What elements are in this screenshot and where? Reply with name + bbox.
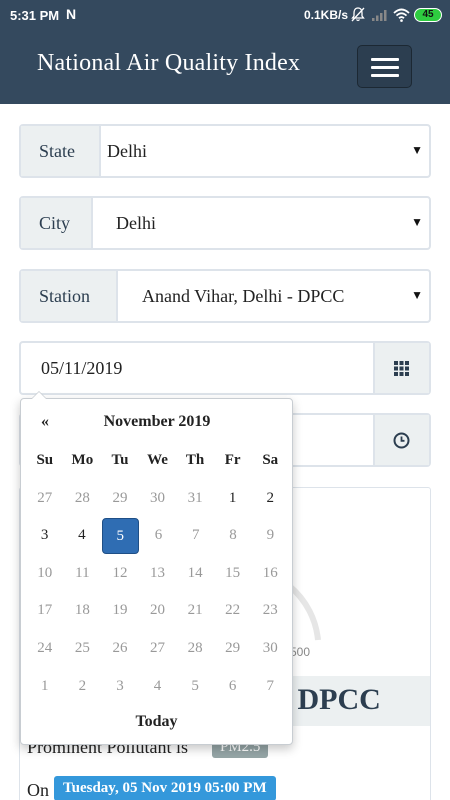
datepicker-day[interactable]: 24 [27,630,63,668]
datepicker-day[interactable]: 27 [140,630,176,668]
gauge-max-label: 500 [290,645,311,659]
city-select-value[interactable]: Delhi [116,198,156,248]
datepicker-day[interactable]: 2 [65,668,101,706]
status-bar: 5:31 PM N 0.1KB/s 45 [0,0,450,30]
datepicker-day[interactable]: 6 [215,668,251,706]
status-time: 5:31 PM [10,8,60,23]
on-label: On [27,780,49,800]
datepicker-week-row: 17 18 19 20 21 22 23 [26,592,289,630]
datepicker-day[interactable]: 29 [215,630,251,668]
weekday-header: Sa [262,452,279,468]
datepicker-day[interactable]: 27 [27,480,63,518]
datepicker-day[interactable]: 30 [252,630,288,668]
datepicker-day[interactable]: 3 [27,517,62,555]
datepicker-week-row: 10 11 12 13 14 15 16 [26,555,289,593]
clock-icon [393,432,410,449]
weekday-header: Fr [224,452,241,468]
datepicker-day[interactable]: 20 [140,592,176,630]
datepicker-day[interactable]: 31 [177,480,213,518]
datepicker-day[interactable]: 1 [27,668,63,706]
datepicker-day[interactable]: 25 [65,630,101,668]
datepicker-day[interactable]: 3 [102,668,138,706]
weekday-header: Tu [111,452,129,468]
weekday-header: Su [36,452,54,468]
datepicker-day[interactable]: 7 [252,668,288,706]
datepicker-day[interactable]: 8 [215,517,250,555]
app-notification-icon: N [66,6,77,22]
state-select-group[interactable]: State Delhi ▼ [19,124,431,178]
datepicker-week-row: 27 28 29 30 31 1 2 [26,480,289,518]
navbar: National Air Quality Index [0,30,450,104]
datepicker-day[interactable]: 11 [65,555,101,593]
datepicker-day[interactable]: 12 [102,555,138,593]
signal-icon [372,9,388,24]
datepicker-day[interactable]: 28 [177,630,213,668]
chevron-down-icon[interactable]: ▼ [411,143,423,158]
datepicker-day[interactable]: 17 [27,592,63,630]
time-button[interactable] [373,415,429,465]
datepicker-day[interactable]: 21 [177,592,213,630]
datepicker-day[interactable]: 2 [252,480,288,518]
hamburger-icon-bar [371,66,399,69]
datepicker-day[interactable]: 22 [215,592,251,630]
datepicker-day[interactable]: 29 [102,480,138,518]
menu-button[interactable] [357,45,412,88]
datepicker-day[interactable]: 16 [252,555,288,593]
weekday-header: Th [185,452,205,468]
hamburger-icon-bar [371,74,399,77]
chevron-down-icon[interactable]: ▼ [411,215,423,230]
state-label: State [21,126,101,176]
hamburger-icon [371,58,399,61]
net-speed: 0.1KB/s [304,8,349,22]
today-button[interactable]: Today [21,713,292,731]
datepicker-month-title[interactable]: November 2019 [79,413,235,431]
weekday-header-row: Su Mo Tu We Th Fr Sa [26,442,289,480]
datepicker-day[interactable]: 6 [141,517,176,555]
datepicker-day[interactable]: 15 [215,555,251,593]
datepicker-day[interactable]: 19 [102,592,138,630]
mute-icon [351,7,365,25]
datepicker-day[interactable]: 23 [252,592,288,630]
chevron-down-icon[interactable]: ▼ [411,288,423,303]
datepicker-day[interactable]: 7 [178,517,213,555]
station-label: Station [21,271,118,321]
weekday-header: Mo [71,452,94,468]
datepicker-popup: « November 2019 Su Mo Tu We Th Fr Sa 27 2… [20,391,293,745]
date-input[interactable]: 05/11/2019 [41,343,122,393]
datepicker-day[interactable]: 1 [215,480,251,518]
datepicker-day[interactable]: 10 [27,555,63,593]
timestamp-badge: Tuesday, 05 Nov 2019 05:00 PM [54,776,276,800]
prev-month-button[interactable]: « [35,413,55,431]
datepicker-day[interactable]: 4 [140,668,176,706]
datepicker-week-row: 1234567 [26,668,289,706]
calendar-button[interactable] [373,343,429,393]
app-title: National Air Quality Index [37,50,301,76]
datepicker-day[interactable]: 9 [253,517,288,555]
datepicker-day[interactable]: 5 [177,668,213,706]
datepicker-grid: Su Mo Tu We Th Fr Sa 27 28 29 30 31 1 2 3 4 5 6 7 8 9… [26,442,289,705]
datepicker-day[interactable]: 4 [64,517,99,555]
city-label: City [21,198,93,248]
datepicker-day[interactable]: 30 [140,480,176,518]
city-select-group[interactable]: City Delhi ▼ [19,196,431,250]
weekday-header: We [147,452,168,468]
datepicker-day[interactable]: 28 [65,480,101,518]
battery-icon: 45 [414,8,442,22]
datepicker-day[interactable]: 26 [102,630,138,668]
station-select-value[interactable]: Anand Vihar, Delhi - DPCC [142,271,344,321]
calendar-grid-icon [394,361,409,376]
datepicker-day-selected[interactable]: 5 [101,518,139,555]
station-select-group[interactable]: Station Anand Vihar, Delhi - DPCC ▼ [19,269,431,323]
datepicker-day[interactable]: 14 [177,555,213,593]
wifi-icon [393,8,410,25]
station-heading: - DPCC [280,683,381,716]
datepicker-week-row: 3456789 [26,517,289,555]
datepicker-day[interactable]: 18 [65,592,101,630]
state-select-value[interactable]: Delhi [107,126,147,176]
datepicker-week-row: 24 25 26 27 28 29 30 [26,630,289,668]
datepicker-day[interactable]: 13 [140,555,176,593]
date-input-group[interactable]: 05/11/2019 [19,341,431,395]
